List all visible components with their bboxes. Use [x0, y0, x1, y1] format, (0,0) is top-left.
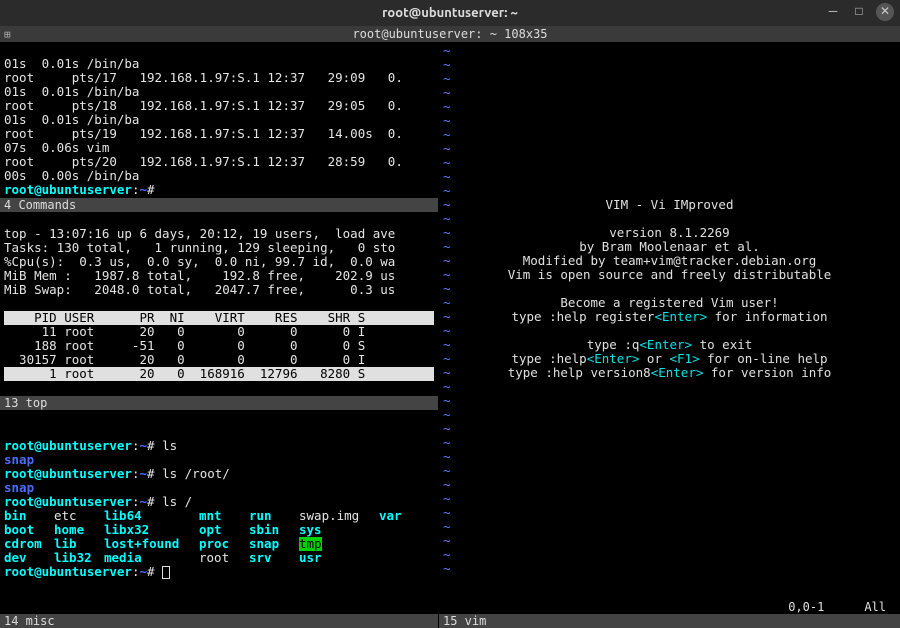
top-swap: MiB Swap: 2048.0 total, 2047.7 free, 0.3… — [4, 282, 395, 297]
terminal-subtitle: root@ubuntuserver: ~ 108x35 — [352, 27, 547, 41]
pane-status-label: 14 misc — [4, 614, 55, 628]
cursor — [162, 566, 170, 579]
vim-open-source: Vim is open source and freely distributa… — [439, 268, 900, 282]
pane-status-label: 15 vim — [443, 614, 486, 628]
vim-body[interactable]: ~~~~~~~~~~~~~~~~~~~~~~~~~~~~~~~~~~~~~~ V… — [439, 42, 900, 600]
vim-author: by Bram Moolenaar et al. — [439, 240, 900, 254]
ls-root-row: binetclib64mntrunswap.imgvar — [4, 508, 402, 523]
top-tasks: Tasks: 130 total, 1 running, 129 sleepin… — [4, 240, 395, 255]
vim-position: 0,0-1 — [788, 600, 824, 614]
minimize-button[interactable]: ─ — [824, 3, 842, 21]
top-line: top - 13:07:16 up 6 days, 20:12, 19 user… — [4, 226, 395, 241]
prompt-line-active[interactable]: root@ubuntuserver:~# — [4, 564, 170, 579]
terminal-area[interactable]: 01s 0.01s /bin/ba root pts/17 192.168.1.… — [0, 42, 900, 628]
vim-quit: type :q<Enter> to exit — [439, 338, 900, 352]
vim-help-register: type :help register<Enter> for informati… — [439, 310, 900, 324]
left-column: 01s 0.01s /bin/ba root pts/17 192.168.1.… — [0, 42, 438, 628]
prompt: root@ubuntuserver:~# — [4, 182, 155, 197]
ls-root-row: boothomelibx32optsbinsys — [4, 522, 379, 537]
window-controls: ─ □ ✕ — [824, 3, 894, 21]
w-line: 01s 0.01s /bin/ba — [4, 84, 139, 99]
window-title: root@ubuntuserver: ~ — [0, 6, 900, 20]
w-line: root pts/18 192.168.1.97:S.1 12:37 29:05… — [4, 98, 403, 113]
pane-commands[interactable]: 01s 0.01s /bin/ba root pts/17 192.168.1.… — [0, 42, 438, 198]
prompt-line: root@ubuntuserver:~# ls /root/ — [4, 466, 230, 481]
ls-root-row: cdromliblost+foundprocsnaptmp — [4, 536, 322, 551]
top-cpu: %Cpu(s): 0.3 us, 0.0 sy, 0.0 ni, 99.7 id… — [4, 254, 395, 269]
close-button[interactable]: ✕ — [876, 3, 894, 21]
pane-top[interactable]: top - 13:07:16 up 6 days, 20:12, 19 user… — [0, 212, 438, 396]
prompt-line: root@ubuntuserver:~# ls / — [4, 494, 192, 509]
maximize-button[interactable]: □ — [850, 3, 868, 21]
vim-scroll: All — [864, 600, 886, 614]
blank-line — [4, 424, 12, 439]
w-line: 01s 0.01s /bin/ba — [4, 56, 139, 71]
top-row: 30157 root 20 0 0 0 0 I — [4, 352, 365, 367]
terminal-tab-bar: ⊞ root@ubuntuserver: ~ 108x35 — [0, 26, 900, 42]
pane-status-misc: 14 misc — [0, 614, 438, 628]
ls-output: snap — [4, 480, 34, 495]
pane-status-label: 13 top — [4, 396, 47, 410]
pane-status-top: 13 top — [0, 396, 438, 410]
vim-help-version: type :help version8<Enter> for version i… — [439, 366, 900, 380]
vim-title: VIM - Vi IMproved — [439, 198, 900, 212]
top-row: 188 root -51 0 0 0 0 S — [4, 338, 365, 353]
top-mem: MiB Mem : 1987.8 total, 192.8 free, 202.… — [4, 268, 395, 283]
pane-vim[interactable]: ~~~~~~~~~~~~~~~~~~~~~~~~~~~~~~~~~~~~~~ V… — [438, 42, 900, 628]
prompt-line: root@ubuntuserver:~# ls — [4, 438, 177, 453]
w-line: root pts/20 192.168.1.97:S.1 12:37 28:59… — [4, 154, 403, 169]
pane-status-commands: 4 Commands — [0, 198, 438, 212]
pane-grid-icon[interactable]: ⊞ — [4, 27, 11, 43]
pane-misc[interactable]: root@ubuntuserver:~# ls snap root@ubuntu… — [0, 410, 438, 614]
w-line: 07s 0.06s vim — [4, 140, 109, 155]
top-row-selected: 1 root 20 0 168916 12796 8280 S — [4, 367, 434, 381]
w-line: 01s 0.01s /bin/ba — [4, 112, 139, 127]
ls-root-row: devlib32mediarootsrvusr — [4, 550, 379, 565]
pane-status-label: 4 Commands — [4, 198, 76, 212]
pane-status-vim: 15 vim — [439, 614, 900, 628]
vim-become: Become a registered Vim user! — [439, 296, 900, 310]
vim-help: type :help<Enter> or <F1> for on-line he… — [439, 352, 900, 366]
ls-output: snap — [4, 452, 34, 467]
top-header: PID USER PR NI VIRT RES SHR S — [4, 311, 434, 325]
titlebar[interactable]: root@ubuntuserver: ~ ─ □ ✕ — [0, 0, 900, 26]
vim-tildes: ~~~~~~~~~~~~~~~~~~~~~~~~~~~~~~~~~~~~~~ — [443, 44, 451, 576]
terminal-window: root@ubuntuserver: ~ ─ □ ✕ ⊞ root@ubuntu… — [0, 0, 900, 628]
vim-position-bar: 0,0-1 All — [439, 600, 900, 614]
w-line: root pts/19 192.168.1.97:S.1 12:37 14.00… — [4, 126, 403, 141]
top-row: 11 root 20 0 0 0 0 I — [4, 324, 365, 339]
vim-modified: Modified by team+vim@tracker.debian.org — [439, 254, 900, 268]
w-line: 00s 0.00s /bin/ba — [4, 168, 139, 183]
w-line: root pts/17 192.168.1.97:S.1 12:37 29:09… — [4, 70, 403, 85]
vim-version: version 8.1.2269 — [439, 226, 900, 240]
blank-line — [4, 296, 12, 311]
